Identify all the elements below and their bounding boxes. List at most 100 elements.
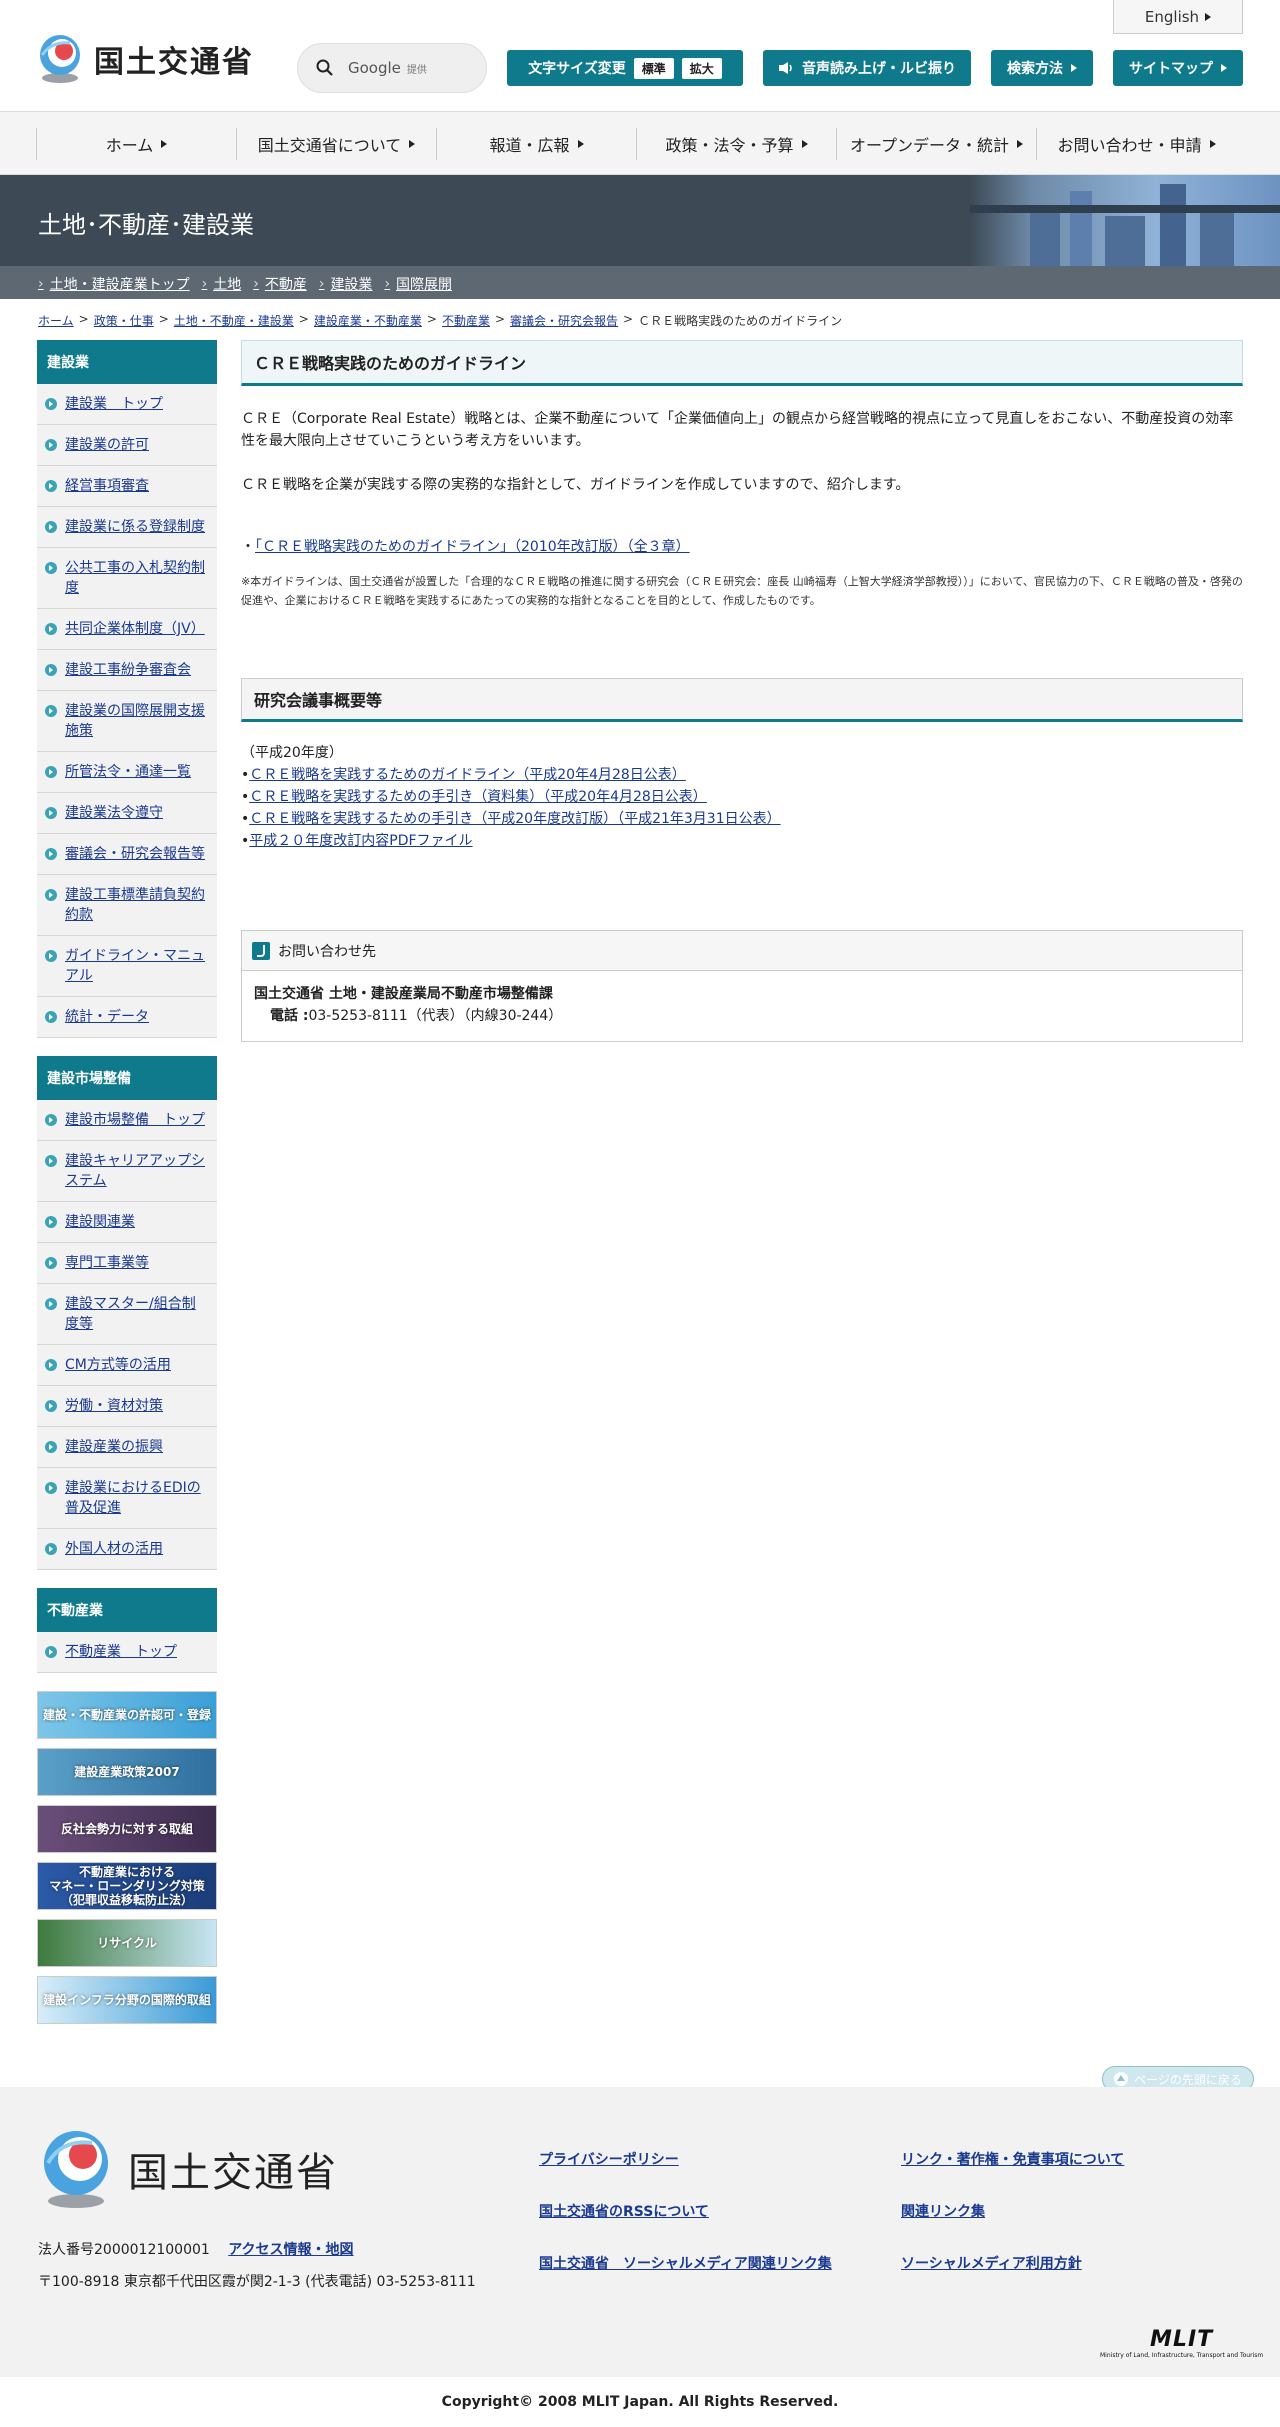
sidebar-item-link[interactable]: CM方式等の活用 bbox=[65, 1355, 171, 1375]
sidebar-item-link[interactable]: 建設業法令遵守 bbox=[65, 803, 163, 823]
sidebar-item-link[interactable]: 審議会・研究会報告等 bbox=[65, 844, 205, 864]
sidebar-banner[interactable]: リサイクル bbox=[37, 1919, 217, 1967]
footer-logo[interactable]: 国土交通省 bbox=[38, 2127, 338, 2211]
sidebar-item[interactable]: 建設業法令遵守 bbox=[37, 793, 217, 834]
sidebar-heading[interactable]: 不動産業 bbox=[37, 1588, 217, 1632]
subnav-item-construction[interactable]: 建設業 bbox=[319, 274, 372, 294]
sidebar-item-link[interactable]: 専門工事業等 bbox=[65, 1253, 149, 1273]
gnav-item-policy[interactable]: 政策・法令・予算 bbox=[636, 128, 836, 160]
sidebar-item[interactable]: 審議会・研究会報告等 bbox=[37, 834, 217, 875]
minutes-link[interactable]: 平成２０年度改訂内容PDFファイル bbox=[249, 833, 472, 849]
sidebar-item-link[interactable]: 建設市場整備 トップ bbox=[65, 1110, 205, 1130]
sidebar-item[interactable]: 経営事項審査 bbox=[37, 466, 217, 507]
minutes-link[interactable]: ＣＲＥ戦略を実践するための手引き（平成20年度改訂版）（平成21年3月31日公表… bbox=[249, 811, 780, 827]
sidebar-item-link[interactable]: 不動産業 トップ bbox=[65, 1642, 177, 1662]
breadcrumb-link[interactable]: 審議会・研究会報告 bbox=[510, 312, 618, 329]
minutes-link[interactable]: ＣＲＥ戦略を実践するためのガイドライン（平成20年4月28日公表） bbox=[249, 767, 686, 783]
sidebar-item-link[interactable]: 建設工事紛争審査会 bbox=[65, 660, 191, 680]
sitemap-button[interactable]: サイトマップ bbox=[1113, 50, 1243, 86]
sidebar-item[interactable]: 建設工事標準請負契約約款 bbox=[37, 875, 217, 936]
sidebar-banner[interactable]: 反社会勢力に対する取組 bbox=[37, 1805, 217, 1853]
gnav-item-about[interactable]: 国土交通省について bbox=[236, 128, 436, 160]
section-subnav: 土地・建設産業トップ 土地 不動産 建設業 国際展開 bbox=[0, 266, 1280, 299]
sidebar-item[interactable]: 建設マスター/組合制度等 bbox=[37, 1284, 217, 1345]
sidebar-item-link[interactable]: 公共工事の入札契約制度 bbox=[65, 558, 209, 598]
sidebar-item[interactable]: 建設業 トップ bbox=[37, 384, 217, 425]
sidebar-banner[interactable]: 建設産業政策2007 bbox=[37, 1748, 217, 1796]
sidebar-item-link[interactable]: 建設業 トップ bbox=[65, 394, 163, 414]
subnav-item-land[interactable]: 土地 bbox=[202, 274, 241, 294]
sidebar-heading[interactable]: 建設業 bbox=[37, 340, 217, 384]
english-button[interactable]: English bbox=[1113, 0, 1243, 34]
guideline-link[interactable]: 「ＣＲＥ戦略実践のためのガイドライン」（2010年改訂版）（全３章） bbox=[255, 539, 690, 555]
sidebar-item[interactable]: 所管法令・通達一覧 bbox=[37, 752, 217, 793]
sidebar-item-link[interactable]: 建設業におけるEDIの普及促進 bbox=[65, 1478, 209, 1518]
breadcrumb-link[interactable]: ホーム bbox=[38, 312, 74, 329]
sidebar-item[interactable]: 外国人材の活用 bbox=[37, 1529, 217, 1570]
sidebar-item[interactable]: 建設市場整備 トップ bbox=[37, 1100, 217, 1141]
sidebar-item[interactable]: 建設工事紛争審査会 bbox=[37, 650, 217, 691]
sidebar-item[interactable]: 不動産業 トップ bbox=[37, 1632, 217, 1673]
sidebar-item[interactable]: 共同企業体制度（JV） bbox=[37, 609, 217, 650]
footer-link-social-policy[interactable]: ソーシャルメディア利用方針 bbox=[901, 2253, 1082, 2273]
sidebar-item[interactable]: 建設キャリアアップシステム bbox=[37, 1141, 217, 1202]
footer-link-related[interactable]: 関連リンク集 bbox=[901, 2201, 985, 2221]
sidebar-item-link[interactable]: 建設業の国際展開支援施策 bbox=[65, 701, 209, 741]
minutes-link[interactable]: ＣＲＥ戦略を実践するための手引き（資料集）（平成20年4月28日公表） bbox=[249, 789, 707, 805]
voice-ruby-button[interactable]: 音声読み上げ・ルビ振り bbox=[763, 50, 971, 86]
gnav-item-press[interactable]: 報道・広報 bbox=[436, 128, 636, 160]
tel-number: 03-5253-8111（代表）（内線30-244） bbox=[308, 1008, 563, 1024]
sidebar-item[interactable]: 建設業におけるEDIの普及促進 bbox=[37, 1468, 217, 1529]
site-logo[interactable]: 国土交通省 bbox=[36, 30, 254, 88]
sidebar-item-link[interactable]: ガイドライン・マニュアル bbox=[65, 946, 209, 986]
gnav-item-home[interactable]: ホーム bbox=[36, 128, 236, 160]
breadcrumb-link[interactable]: 不動産業 bbox=[442, 312, 490, 329]
sidebar-heading[interactable]: 建設市場整備 bbox=[37, 1056, 217, 1100]
sidebar-item[interactable]: CM方式等の活用 bbox=[37, 1345, 217, 1386]
subnav-item-realestate[interactable]: 不動産 bbox=[253, 274, 307, 294]
sidebar-item-link[interactable]: 建設キャリアアップシステム bbox=[65, 1151, 209, 1191]
footer-link-privacy[interactable]: プライバシーポリシー bbox=[539, 2149, 679, 2169]
sidebar-item[interactable]: ガイドライン・マニュアル bbox=[37, 936, 217, 997]
breadcrumb-link[interactable]: 土地・不動産・建設業 bbox=[174, 312, 294, 329]
footer-link-copyright[interactable]: リンク・著作権・免責事項について bbox=[901, 2149, 1124, 2169]
access-map-link[interactable]: アクセス情報・地図 bbox=[228, 2242, 353, 2258]
sidebar-item-link[interactable]: 建設業の許可 bbox=[65, 435, 149, 455]
sidebar-item[interactable]: 統計・データ bbox=[37, 997, 217, 1038]
search-icon[interactable] bbox=[316, 59, 334, 77]
sidebar-item-link[interactable]: 建設工事標準請負契約約款 bbox=[65, 885, 209, 925]
footer-link-social[interactable]: 国土交通省 ソーシャルメディア関連リンク集 bbox=[539, 2253, 832, 2273]
search-method-button[interactable]: 検索方法 bbox=[991, 50, 1093, 86]
sidebar-item-link[interactable]: 外国人材の活用 bbox=[65, 1539, 163, 1559]
breadcrumb-link[interactable]: 政策・仕事 bbox=[94, 312, 154, 329]
sidebar-banner[interactable]: 不動産業における マネー・ローンダリング対策 （犯罪収益移転防止法） bbox=[37, 1862, 217, 1910]
sidebar-item-link[interactable]: 建設関連業 bbox=[65, 1212, 135, 1232]
subnav-item-top[interactable]: 土地・建設産業トップ bbox=[38, 274, 190, 294]
subnav-item-international[interactable]: 国際展開 bbox=[384, 274, 452, 294]
font-size-standard-button[interactable]: 標準 bbox=[633, 57, 674, 79]
sidebar-item-link[interactable]: 建設マスター/組合制度等 bbox=[65, 1294, 209, 1334]
gnav-item-opendata[interactable]: オープンデータ・統計 bbox=[836, 128, 1036, 160]
sidebar-item[interactable]: 建設関連業 bbox=[37, 1202, 217, 1243]
sidebar-item[interactable]: 労働・資材対策 bbox=[37, 1386, 217, 1427]
sidebar-item[interactable]: 建設業の国際展開支援施策 bbox=[37, 691, 217, 752]
sidebar-item-link[interactable]: 統計・データ bbox=[65, 1007, 149, 1027]
site-search-input[interactable]: Google 提供 bbox=[297, 43, 487, 93]
sidebar-item[interactable]: 建設業に係る登録制度 bbox=[37, 507, 217, 548]
sidebar-item-link[interactable]: 経営事項審査 bbox=[65, 476, 149, 496]
sidebar-item[interactable]: 建設産業の振興 bbox=[37, 1427, 217, 1468]
sidebar-item-link[interactable]: 建設産業の振興 bbox=[65, 1437, 163, 1457]
sidebar-item[interactable]: 公共工事の入札契約制度 bbox=[37, 548, 217, 609]
sidebar-banner[interactable]: 建設・不動産業の許認可・登録 bbox=[37, 1691, 217, 1739]
breadcrumb-link[interactable]: 建設産業・不動産業 bbox=[314, 312, 422, 329]
sidebar-item-link[interactable]: 労働・資材対策 bbox=[65, 1396, 163, 1416]
sidebar-item[interactable]: 建設業の許可 bbox=[37, 425, 217, 466]
sidebar-item-link[interactable]: 建設業に係る登録制度 bbox=[65, 517, 205, 537]
sidebar-item[interactable]: 専門工事業等 bbox=[37, 1243, 217, 1284]
footer-link-rss[interactable]: 国土交通省のRSSについて bbox=[539, 2201, 709, 2221]
font-size-large-button[interactable]: 拡大 bbox=[681, 57, 722, 79]
sidebar-item-link[interactable]: 共同企業体制度（JV） bbox=[65, 619, 205, 639]
gnav-item-contact[interactable]: お問い合わせ・申請 bbox=[1036, 128, 1236, 160]
sidebar-item-link[interactable]: 所管法令・通達一覧 bbox=[65, 762, 191, 782]
sidebar-banner[interactable]: 建設インフラ分野の国際的取組 bbox=[37, 1976, 217, 2024]
